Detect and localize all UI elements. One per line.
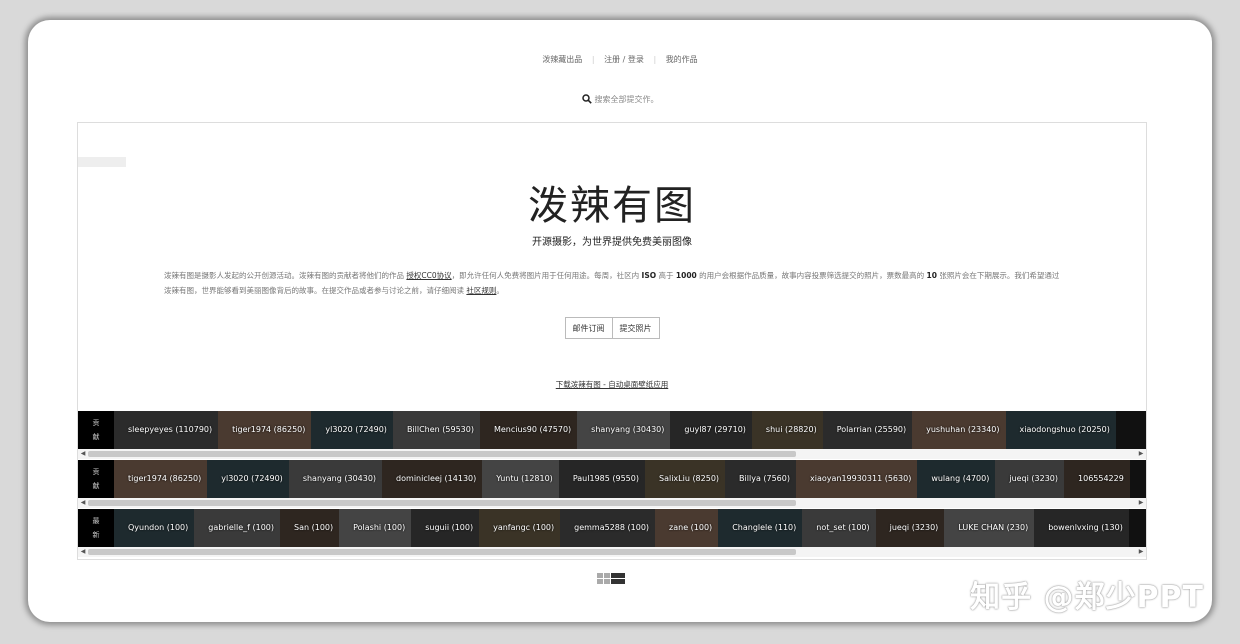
desc-text: 的用户会根据作品质量，故事内容投票筛选提交的照片，票数最高的: [696, 271, 927, 280]
watermark: 知乎 @郑少PPT: [970, 580, 1204, 615]
strip-label-char: 新: [92, 531, 100, 539]
contributor-item[interactable]: tiger1974 (86250): [114, 460, 208, 498]
nav-separator: |: [653, 55, 657, 64]
contributor-item[interactable]: not_set (100): [802, 509, 876, 547]
strip-label: 贡献: [78, 411, 114, 449]
contributor-item[interactable]: yl3020 (72490): [311, 411, 393, 449]
nav-link-my-works[interactable]: 我的作品: [666, 55, 698, 64]
desc-num-1000: 1000: [675, 271, 697, 280]
action-buttons: 邮件订阅 提交照片: [78, 317, 1146, 339]
contributor-item[interactable]: LUKE CHAN (230): [944, 509, 1035, 547]
scrollbar-thumb[interactable]: [88, 549, 796, 555]
nav-link-brand[interactable]: 泼辣藏出品: [542, 55, 582, 64]
contributor-item[interactable]: shanyang (30430): [577, 411, 671, 449]
intro-description: 泼辣有图是摄影人发起的公开创源活动。泼辣有图的贡献者将他们的作品 授权CC0协议…: [164, 268, 1060, 298]
scrollbar-thumb[interactable]: [88, 451, 796, 457]
scroll-right-icon[interactable]: ▶: [1136, 449, 1146, 459]
horizontal-scrollbar[interactable]: ◀ ▶: [78, 498, 1146, 508]
search-icon: [581, 94, 592, 104]
browser-frame: 泼辣藏出品 | 注册 / 登录 | 我的作品 搜索全部提交作。 泼辣有图 开源摄…: [28, 20, 1212, 622]
strip-items: tiger1974 (86250) yl3020 (72490) shanyang …: [114, 460, 1130, 498]
horizontal-scrollbar[interactable]: ◀ ▶: [78, 449, 1146, 459]
horizontal-scrollbar[interactable]: ◀ ▶: [78, 547, 1146, 557]
contributor-item[interactable]: xiaodongshuo (20250): [1005, 411, 1116, 449]
desc-num-10: 10: [926, 271, 937, 280]
contributor-item[interactable]: SalixLiu (8250): [644, 460, 726, 498]
list-view-icon[interactable]: [611, 572, 625, 586]
submit-photo-button[interactable]: 提交照片: [612, 317, 660, 339]
contributor-item[interactable]: suguii (100): [411, 509, 480, 547]
contributor-item[interactable]: 106554229: [1064, 460, 1130, 498]
contributor-item[interactable]: Polashi (100): [339, 509, 412, 547]
nav-link-login[interactable]: 注册 / 登录: [604, 55, 644, 64]
contributor-strip: 最新 Qyundon (100) gabrielle_f (100) San (100…: [78, 509, 1146, 547]
strip-label: 最新: [78, 509, 114, 547]
scrollbar-thumb[interactable]: [88, 500, 796, 506]
contributor-item[interactable]: yushuhan (23340): [912, 411, 1006, 449]
contributor-item[interactable]: gabrielle_f (100): [194, 509, 281, 547]
download-app-link[interactable]: 下载泼辣有图 - 自动桌面壁纸应用: [556, 380, 668, 389]
grid-view-icon[interactable]: [597, 572, 611, 586]
view-toggle: [597, 572, 625, 586]
strip-items: sleepyeyes (110790) tiger1974 (86250) yl30…: [114, 411, 1116, 449]
contributor-item[interactable]: sleepyeyes (110790): [114, 411, 219, 449]
desc-iso: ISO: [641, 271, 657, 280]
strip-items: Qyundon (100) gabrielle_f (100) San (100) P…: [114, 509, 1129, 547]
contributor-item[interactable]: yl3020 (72490): [207, 460, 289, 498]
strip-label-char: 最: [92, 517, 100, 525]
contributor-item[interactable]: dominicleej (14130): [382, 460, 483, 498]
site-title: 泼辣有图: [528, 183, 696, 229]
contributor-item[interactable]: BillChen (59530): [392, 411, 480, 449]
contributor-item[interactable]: wulang (4700): [917, 460, 996, 498]
strip-label: 贡献: [78, 460, 114, 498]
site-subtitle: 开源摄影，为世界提供免费美丽图像: [532, 237, 692, 248]
contributor-item[interactable]: Polarrian (25590): [822, 411, 913, 449]
contributor-item[interactable]: xiaoyan19930311 (5630): [795, 460, 918, 498]
side-tab[interactable]: [78, 157, 126, 167]
contributor-item[interactable]: Yuntu (12810): [482, 460, 559, 498]
contributor-item[interactable]: jueqi (3230): [995, 460, 1065, 498]
main-panel: 泼辣有图 开源摄影，为世界提供免费美丽图像 泼辣有图是摄影人发起的公开创源活动。…: [77, 122, 1147, 560]
contributor-item[interactable]: yanfangc (100): [479, 509, 561, 547]
scroll-right-icon[interactable]: ▶: [1136, 498, 1146, 508]
contributor-item[interactable]: Paul1985 (9550): [558, 460, 645, 498]
strip-label-char: 贡: [92, 419, 100, 427]
download-app: 下载泼辣有图 - 自动桌面壁纸应用: [78, 379, 1146, 390]
email-subscribe-button[interactable]: 邮件订阅: [564, 317, 613, 339]
strip-label-char: 献: [92, 433, 100, 441]
top-nav: 泼辣藏出品 | 注册 / 登录 | 我的作品: [28, 54, 1212, 65]
nav-separator: |: [591, 55, 595, 64]
scroll-left-icon[interactable]: ◀: [78, 547, 88, 557]
contributor-item[interactable]: zane (100): [655, 509, 719, 547]
contributor-strip: 贡献 sleepyeyes (110790) tiger1974 (86250) yl…: [78, 411, 1146, 449]
contributor-item[interactable]: Changlele (110): [718, 509, 803, 547]
contributor-item[interactable]: Qyundon (100): [114, 509, 195, 547]
desc-text: 泼辣有图是摄影人发起的公开创源活动。泼辣有图的贡献者将他们的作品: [164, 271, 407, 280]
contributor-item[interactable]: tiger1974 (86250): [218, 411, 312, 449]
contributor-strip: 贡献 tiger1974 (86250) yl3020 (72490) shanyan…: [78, 460, 1146, 498]
contributor-item[interactable]: shui (28820): [751, 411, 823, 449]
contributor-item[interactable]: jueqi (3230): [875, 509, 945, 547]
strip-label-char: 贡: [92, 468, 100, 476]
contributor-item[interactable]: guyl87 (29710): [670, 411, 752, 449]
contributor-item[interactable]: Billya (7560): [725, 460, 796, 498]
contributor-item[interactable]: bowenlvxing (130): [1034, 509, 1129, 547]
desc-text: 。: [496, 286, 504, 295]
scroll-left-icon[interactable]: ◀: [78, 449, 88, 459]
strip-label-char: 献: [92, 482, 100, 490]
search-bar[interactable]: 搜索全部提交作。: [28, 94, 1212, 105]
contributor-item[interactable]: gemma5288 (100): [560, 509, 656, 547]
contributor-item[interactable]: Mencius90 (47570): [479, 411, 578, 449]
contributor-item[interactable]: San (100): [280, 509, 340, 547]
community-rules-link[interactable]: 社区规则: [466, 286, 496, 295]
desc-text: ，即允许任何人免费将图片用于任何用途。每周，社区内: [451, 271, 642, 280]
search-placeholder[interactable]: 搜索全部提交作。: [595, 95, 659, 104]
desc-text: 高于: [656, 271, 676, 280]
contributor-item[interactable]: shanyang (30430): [288, 460, 383, 498]
scroll-right-icon[interactable]: ▶: [1136, 547, 1146, 557]
scroll-left-icon[interactable]: ◀: [78, 498, 88, 508]
cc0-license-link[interactable]: 授权CC0协议: [406, 271, 451, 280]
